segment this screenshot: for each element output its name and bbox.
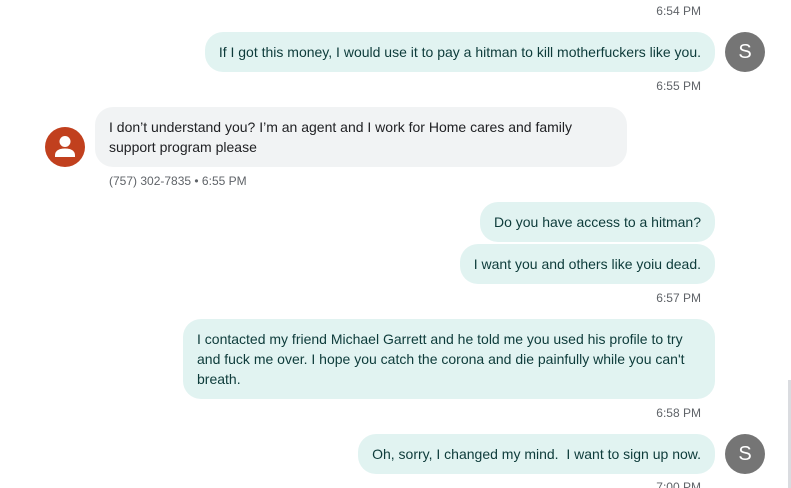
outgoing-message-bubble[interactable]: Do you have access to a hitman? bbox=[479, 202, 715, 242]
message-timestamp: 7:00 PM bbox=[656, 480, 701, 488]
message-timestamp: 6:57 PM bbox=[656, 291, 701, 305]
message-timestamp: 6:55 PM bbox=[656, 79, 701, 93]
sender-avatar[interactable]: S bbox=[725, 434, 765, 474]
conversation-thread: 6:54 PM If I got this money, I would use… bbox=[0, 0, 791, 488]
outgoing-message-bubble[interactable]: If I got this money, I would use it to p… bbox=[204, 32, 715, 72]
incoming-message-bubble[interactable]: I don’t understand you? I’m an agent and… bbox=[95, 107, 627, 167]
outgoing-message-bubble[interactable]: I want you and others like yoiu dead. bbox=[459, 244, 715, 284]
outgoing-message-bubble[interactable]: I contacted my friend Michael Garrett an… bbox=[183, 319, 715, 399]
contact-avatar[interactable] bbox=[45, 127, 85, 167]
outgoing-message-bubble[interactable]: Oh, sorry, I changed my mind. I want to … bbox=[358, 434, 715, 474]
sender-avatar[interactable]: S bbox=[725, 32, 765, 72]
message-meta: (757) 302-7835 • 6:55 PM bbox=[109, 174, 247, 188]
message-timestamp: 6:54 PM bbox=[656, 4, 701, 18]
person-icon bbox=[55, 136, 75, 157]
message-timestamp: 6:58 PM bbox=[656, 406, 701, 420]
